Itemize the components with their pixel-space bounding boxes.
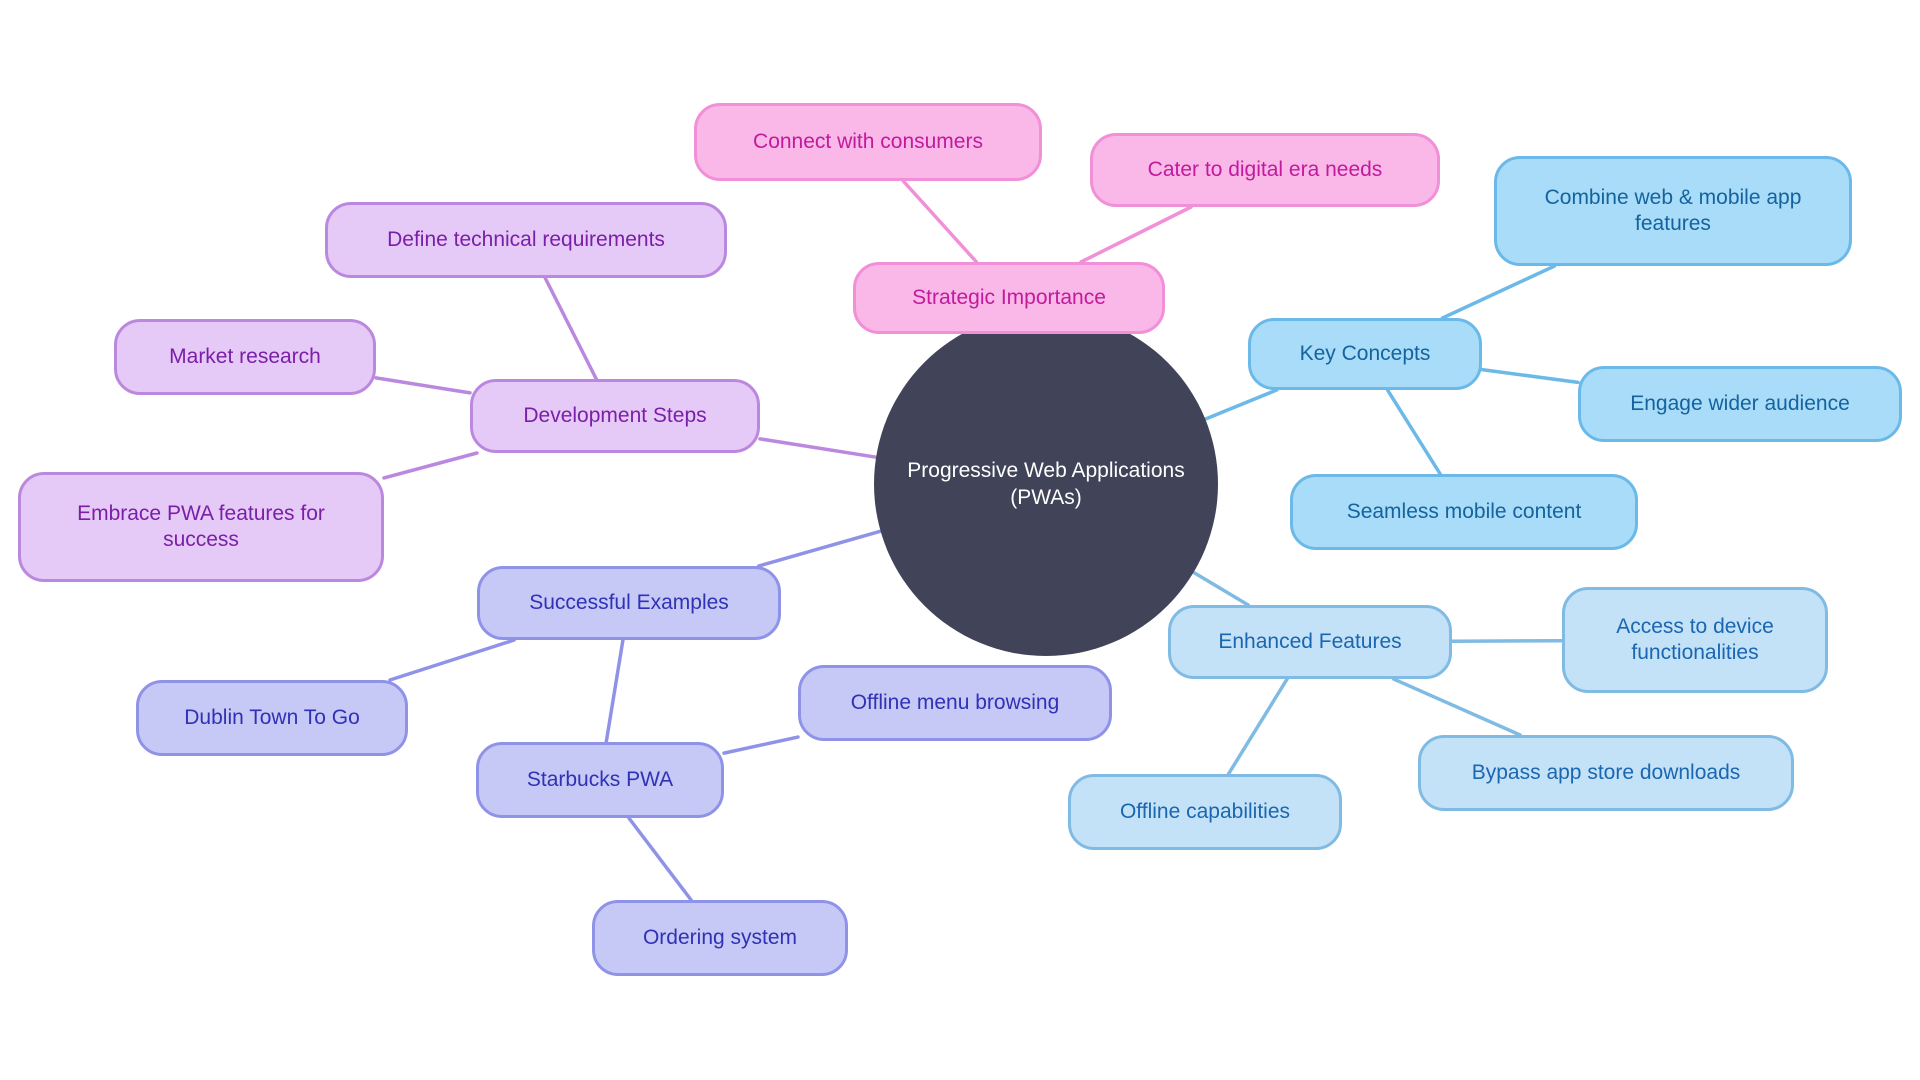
edge-development-steps-to-embrace-pwa-features-for-success bbox=[382, 451, 479, 480]
central-node[interactable]: Progressive Web Applications (PWAs) bbox=[874, 312, 1218, 656]
node-market-research[interactable]: Market research bbox=[114, 319, 376, 395]
central-node-label: Progressive Web Applications (PWAs) bbox=[907, 458, 1185, 509]
edge-strategic-importance-to-cater-to-digital-era-needs bbox=[1079, 205, 1193, 264]
node-embrace-pwa-features-for-success[interactable]: Embrace PWA features for success bbox=[18, 472, 384, 582]
node-access-to-device-functionalities[interactable]: Access to device functionalities bbox=[1562, 587, 1828, 693]
edge-development-steps-to-market-research bbox=[374, 376, 472, 395]
edge-central-to-enhanced-features bbox=[1191, 570, 1250, 607]
node-strategic-importance[interactable]: Strategic Importance bbox=[853, 262, 1165, 334]
node-bypass-app-store-downloads[interactable]: Bypass app store downloads bbox=[1418, 735, 1794, 811]
node-development-steps[interactable]: Development Steps bbox=[470, 379, 760, 453]
edge-strategic-importance-to-connect-with-consumers bbox=[901, 179, 979, 264]
node-cater-to-digital-era-needs[interactable]: Cater to digital era needs bbox=[1090, 133, 1440, 207]
edge-central-to-successful-examples bbox=[756, 529, 883, 568]
node-connect-with-consumers[interactable]: Connect with consumers bbox=[694, 103, 1042, 181]
edge-key-concepts-to-combine-web-mobile-app-features bbox=[1440, 264, 1557, 320]
node-label-cater-to-digital-era-needs: Cater to digital era needs bbox=[1147, 158, 1383, 182]
node-label-define-technical-requirements: Define technical requirements bbox=[387, 228, 665, 252]
node-offline-capabilities[interactable]: Offline capabilities bbox=[1068, 774, 1342, 850]
node-label-starbucks-pwa: Starbucks PWA bbox=[526, 768, 674, 792]
node-label-dublin-town-to-go: Dublin Town To Go bbox=[184, 706, 360, 730]
edge-successful-examples-to-dublin-town-to-go bbox=[388, 638, 516, 682]
node-define-technical-requirements[interactable]: Define technical requirements bbox=[325, 202, 727, 278]
edge-development-steps-to-define-technical-requirements bbox=[543, 276, 599, 381]
node-seamless-mobile-content[interactable]: Seamless mobile content bbox=[1290, 474, 1638, 550]
edge-starbucks-pwa-to-offline-menu-browsing bbox=[722, 735, 800, 755]
node-label-connect-with-consumers: Connect with consumers bbox=[753, 130, 983, 154]
node-key-concepts[interactable]: Key Concepts bbox=[1248, 318, 1482, 390]
node-label-market-research: Market research bbox=[169, 345, 321, 369]
node-label-development-steps: Development Steps bbox=[523, 404, 707, 428]
edge-central-to-key-concepts bbox=[1203, 388, 1279, 421]
node-enhanced-features[interactable]: Enhanced Features bbox=[1168, 605, 1452, 679]
edge-key-concepts-to-seamless-mobile-content bbox=[1385, 388, 1442, 476]
edge-enhanced-features-to-access-to-device-functionalities bbox=[1450, 638, 1564, 644]
edge-successful-examples-to-starbucks-pwa bbox=[604, 638, 625, 744]
edge-enhanced-features-to-bypass-app-store-downloads bbox=[1391, 677, 1522, 737]
node-successful-examples[interactable]: Successful Examples bbox=[477, 566, 781, 640]
node-label-seamless-mobile-content: Seamless mobile content bbox=[1346, 500, 1582, 524]
node-label-offline-menu-browsing: Offline menu browsing bbox=[850, 691, 1060, 715]
node-label-offline-capabilities: Offline capabilities bbox=[1119, 800, 1291, 824]
node-combine-web-mobile-app-features[interactable]: Combine web & mobile app features bbox=[1494, 156, 1852, 266]
node-label-strategic-importance: Strategic Importance bbox=[912, 286, 1106, 310]
edge-central-to-development-steps bbox=[758, 437, 878, 459]
edge-key-concepts-to-engage-wider-audience bbox=[1480, 367, 1580, 385]
node-starbucks-pwa[interactable]: Starbucks PWA bbox=[476, 742, 724, 818]
node-label-successful-examples: Successful Examples bbox=[529, 591, 729, 615]
node-ordering-system[interactable]: Ordering system bbox=[592, 900, 848, 976]
node-label-enhanced-features: Enhanced Features bbox=[1218, 630, 1402, 654]
node-label-embrace-pwa-features-for-success: Embrace PWA features for success bbox=[77, 502, 325, 551]
edge-starbucks-pwa-to-ordering-system bbox=[627, 816, 693, 902]
node-label-engage-wider-audience: Engage wider audience bbox=[1630, 392, 1850, 416]
node-engage-wider-audience[interactable]: Engage wider audience bbox=[1578, 366, 1902, 442]
node-label-combine-web-mobile-app-features: Combine web & mobile app features bbox=[1544, 186, 1802, 235]
node-label-bypass-app-store-downloads: Bypass app store downloads bbox=[1471, 761, 1741, 785]
node-dublin-town-to-go[interactable]: Dublin Town To Go bbox=[136, 680, 408, 756]
mindmap-canvas: Progressive Web Applications (PWAs) Strat… bbox=[0, 0, 1920, 1080]
node-label-access-to-device-functionalities: Access to device functionalities bbox=[1616, 615, 1774, 664]
node-label-ordering-system: Ordering system bbox=[642, 926, 798, 950]
edge-enhanced-features-to-offline-capabilities bbox=[1226, 677, 1289, 776]
node-label-key-concepts: Key Concepts bbox=[1299, 342, 1431, 366]
node-offline-menu-browsing[interactable]: Offline menu browsing bbox=[798, 665, 1112, 741]
